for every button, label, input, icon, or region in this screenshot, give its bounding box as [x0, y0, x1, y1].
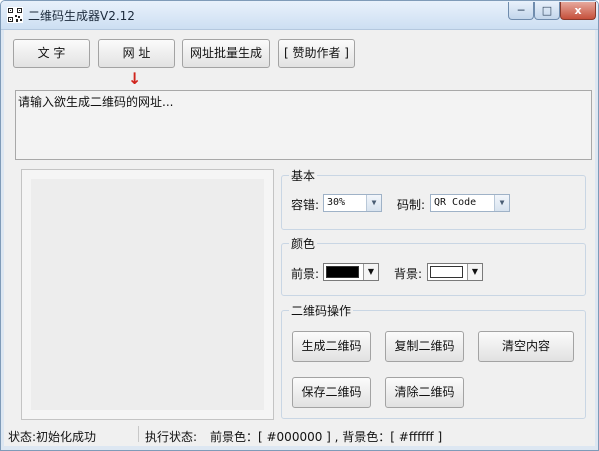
- code-type-value: QR Code: [434, 197, 477, 208]
- maximize-button[interactable]: □: [534, 2, 560, 20]
- code-type-label: 码制:: [397, 198, 426, 212]
- status-text: 状态:初始化成功: [8, 430, 97, 444]
- minimize-icon: ─: [517, 4, 525, 17]
- batch-url-button[interactable]: 网址批量生成: [182, 39, 270, 68]
- close-icon: x: [574, 4, 582, 17]
- background-swatch: [430, 266, 463, 278]
- qr-code-icon: [7, 7, 23, 23]
- color-group: 颜色 前景: ▼ 背景: ▼: [281, 235, 586, 296]
- chevron-down-icon[interactable]: ▼: [363, 264, 378, 280]
- url-mode-button[interactable]: 网 址: [98, 39, 175, 68]
- basic-group-title: 基本: [289, 167, 318, 184]
- clear-content-button[interactable]: 清空内容: [478, 331, 574, 362]
- foreground-label: 前景:: [291, 267, 320, 281]
- color-status-text: 前景色：[ #000000 ] , 背景色：[ #ffffff ]: [210, 430, 443, 444]
- sponsor-button[interactable]: [ 赞助作者 ]: [278, 39, 355, 68]
- foreground-swatch: [326, 266, 359, 278]
- copy-qr-button[interactable]: 复制二维码: [385, 331, 464, 362]
- background-label: 背景:: [394, 267, 423, 281]
- chevron-down-icon[interactable]: ▼: [366, 195, 381, 211]
- operations-group-title: 二维码操作: [289, 302, 354, 319]
- error-level-label: 容错:: [291, 198, 320, 212]
- basic-group: 基本 容错: 30% ▼ 码制: QR Code ▼: [281, 167, 586, 230]
- arrow-down-icon: ↓: [128, 69, 142, 88]
- generate-qr-button[interactable]: 生成二维码: [292, 331, 371, 362]
- minimize-button[interactable]: ─: [508, 2, 534, 20]
- status-divider: [138, 426, 139, 442]
- clear-qr-button[interactable]: 清除二维码: [385, 377, 464, 408]
- qr-preview-area: [31, 179, 264, 410]
- text-mode-button[interactable]: 文 字: [13, 39, 90, 68]
- code-type-select[interactable]: QR Code ▼: [430, 194, 510, 212]
- window-title: 二维码生成器V2.12: [28, 9, 135, 23]
- operations-group: 二维码操作 生成二维码 复制二维码 清空内容 保存二维码 清除二维码: [281, 302, 586, 419]
- exec-status-label: 执行状态:: [145, 430, 198, 444]
- chevron-down-icon[interactable]: ▼: [494, 195, 509, 211]
- qr-preview-panel: [21, 169, 274, 420]
- maximize-icon: □: [541, 4, 553, 17]
- save-qr-button[interactable]: 保存二维码: [292, 377, 371, 408]
- title-bar[interactable]: 二维码生成器V2.12 ─ □ x: [1, 1, 598, 30]
- close-button[interactable]: x: [560, 2, 596, 20]
- foreground-color-select[interactable]: ▼: [323, 263, 379, 281]
- url-input[interactable]: 请输入欲生成二维码的网址...: [15, 90, 592, 160]
- background-color-select[interactable]: ▼: [427, 263, 483, 281]
- chevron-down-icon[interactable]: ▼: [467, 264, 482, 280]
- color-group-title: 颜色: [289, 235, 318, 252]
- client-area: 文 字 网 址 网址批量生成 [ 赞助作者 ] ↓ 请输入欲生成二维码的网址..…: [4, 30, 595, 446]
- error-level-value: 30%: [327, 197, 346, 208]
- error-level-select[interactable]: 30% ▼: [323, 194, 382, 212]
- app-window: 二维码生成器V2.12 ─ □ x 文 字 网 址 网址批量生成 [ 赞助作者 …: [0, 0, 599, 451]
